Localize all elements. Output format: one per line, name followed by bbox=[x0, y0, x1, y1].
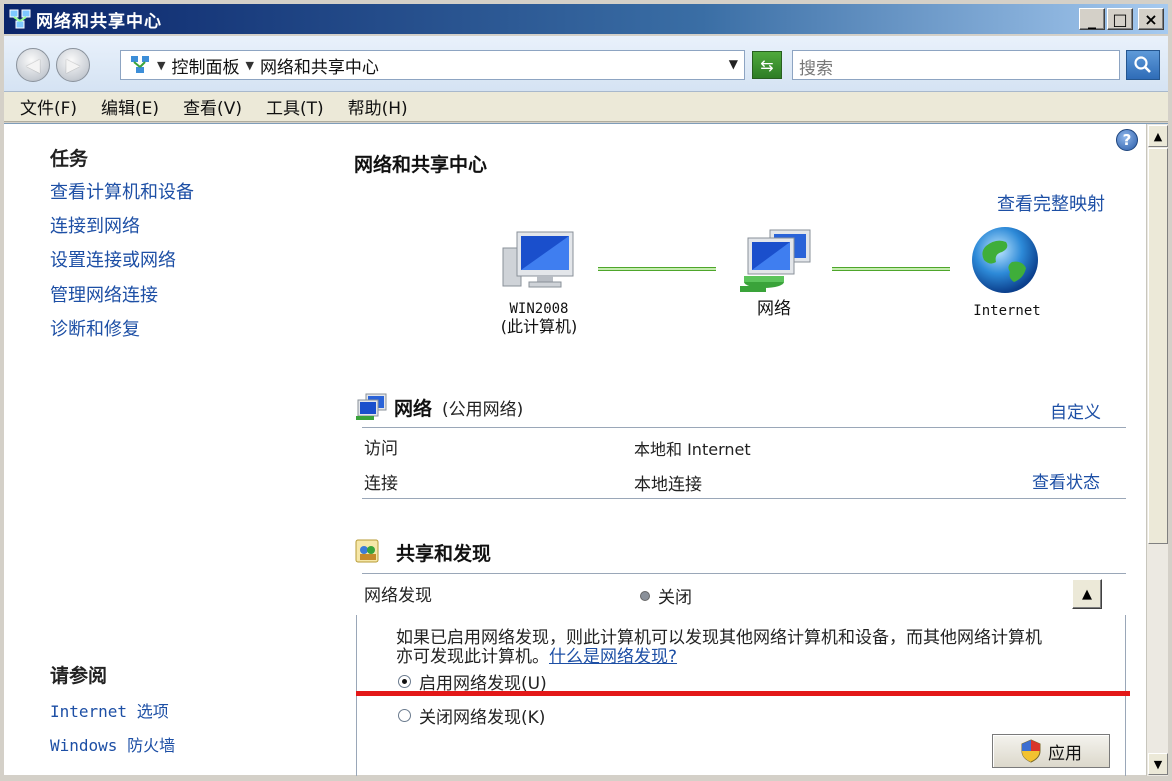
discovery-state: 关闭 bbox=[640, 583, 692, 608]
title-bar[interactable]: 网络和共享中心 _ □ × bbox=[4, 4, 1168, 34]
page-title: 网络和共享中心 bbox=[354, 154, 488, 176]
network-section-header: 网络 (公用网络) bbox=[354, 392, 523, 422]
see-also-header: 请参阅 bbox=[50, 665, 108, 687]
radio-checked-icon[interactable] bbox=[398, 675, 411, 688]
access-label: 访问 bbox=[364, 439, 398, 459]
close-button[interactable]: × bbox=[1138, 8, 1164, 30]
shield-icon bbox=[1021, 739, 1041, 763]
menu-view[interactable]: 查看(V) bbox=[183, 94, 242, 119]
discovery-description: 如果已启用网络发现，则此计算机可以发现其他网络计算机和设备，而其他网络计算机 亦… bbox=[396, 629, 1042, 667]
sharing-section-header: 共享和发现 bbox=[354, 538, 491, 566]
view-full-map-link[interactable]: 查看完整映射 bbox=[997, 190, 1105, 216]
radio-unchecked-icon[interactable] bbox=[398, 709, 411, 722]
menu-edit[interactable]: 编辑(E) bbox=[101, 94, 159, 119]
network-node-icon[interactable] bbox=[734, 228, 814, 300]
scroll-down-button[interactable]: ▼ bbox=[1148, 753, 1168, 775]
scroll-up-button[interactable]: ▲ bbox=[1148, 125, 1168, 147]
task-pane: 任务 查看计算机和设备 连接到网络 设置连接或网络 管理网络连接 诊断和修复 请… bbox=[4, 124, 344, 776]
task-setup-connection[interactable]: 设置连接或网络 bbox=[50, 246, 176, 272]
task-connect-network[interactable]: 连接到网络 bbox=[50, 212, 140, 238]
vertical-scrollbar[interactable]: ▲ ▼ bbox=[1146, 124, 1168, 776]
computer-node-icon[interactable] bbox=[499, 228, 579, 300]
help-icon[interactable]: ? bbox=[1116, 129, 1138, 151]
tasks-header: 任务 bbox=[50, 148, 89, 170]
link-windows-firewall[interactable]: Windows 防火墙 bbox=[50, 732, 175, 756]
forward-button[interactable]: ▶ bbox=[56, 48, 90, 82]
connection-line-computer-network bbox=[598, 267, 716, 271]
radio-disable-discovery[interactable]: 关闭网络发现(K) bbox=[398, 703, 545, 728]
access-value: 本地和 Internet bbox=[634, 440, 751, 459]
highlight-underline bbox=[356, 691, 1130, 696]
collapse-button[interactable]: ▲ bbox=[1072, 579, 1102, 609]
menu-help[interactable]: 帮助(H) bbox=[348, 94, 408, 119]
link-internet-options[interactable]: Internet 选项 bbox=[50, 698, 169, 722]
network-section-icon bbox=[356, 393, 387, 420]
window: 网络和共享中心 _ □ × ◀ ▶ ▼ 控制面板 ▼ 网络和共享中心 ▼ ⇆ 搜… bbox=[0, 0, 1172, 781]
search-input[interactable]: 搜索 bbox=[792, 50, 1120, 80]
menu-bar: 文件(F) 编辑(E) 查看(V) 工具(T) 帮助(H) bbox=[4, 92, 1168, 122]
network-center-icon bbox=[9, 8, 31, 30]
arrow-left-icon: ◀ bbox=[26, 54, 40, 76]
breadcrumb-network-center[interactable]: 网络和共享中心 bbox=[260, 53, 379, 78]
content-area: 任务 查看计算机和设备 连接到网络 设置连接或网络 管理网络连接 诊断和修复 请… bbox=[4, 123, 1168, 776]
divider bbox=[362, 427, 1126, 428]
menu-tools[interactable]: 工具(T) bbox=[266, 94, 324, 119]
divider bbox=[362, 498, 1126, 499]
network-type: (公用网络) bbox=[442, 399, 524, 420]
path-separator[interactable]: ▼ bbox=[245, 59, 253, 72]
connection-line-network-internet bbox=[832, 267, 950, 271]
task-manage-connections[interactable]: 管理网络连接 bbox=[50, 281, 158, 307]
window-title: 网络和共享中心 bbox=[36, 11, 162, 32]
connection-value: 本地连接 bbox=[634, 475, 702, 495]
maximize-button[interactable]: □ bbox=[1107, 8, 1133, 30]
apply-button[interactable]: 应用 bbox=[992, 734, 1110, 768]
discovery-state-text: 关闭 bbox=[658, 588, 692, 608]
connection-label: 连接 bbox=[364, 474, 398, 494]
computer-subtitle: (此计算机) bbox=[500, 317, 578, 336]
customize-link[interactable]: 自定义 bbox=[1050, 398, 1101, 423]
breadcrumb-control-panel[interactable]: 控制面板 bbox=[171, 53, 239, 78]
path-separator[interactable]: ▼ bbox=[157, 59, 165, 72]
computer-name: WIN2008 bbox=[509, 301, 569, 317]
computer-node-label: WIN2008 (此计算机) bbox=[474, 300, 604, 336]
search-icon bbox=[1134, 56, 1151, 73]
divider bbox=[362, 573, 1126, 574]
sharing-section-icon bbox=[355, 539, 379, 563]
chevron-up-icon: ▲ bbox=[1082, 586, 1092, 602]
discovery-label: 网络发现 bbox=[364, 586, 432, 606]
address-toolbar: ◀ ▶ ▼ 控制面板 ▼ 网络和共享中心 ▼ ⇆ 搜索 bbox=[4, 36, 1168, 92]
internet-globe-icon[interactable] bbox=[968, 226, 1042, 300]
task-diagnose-repair[interactable]: 诊断和修复 bbox=[50, 315, 140, 341]
view-status-link[interactable]: 查看状态 bbox=[1032, 468, 1100, 493]
control-panel-icon bbox=[129, 55, 151, 75]
address-path[interactable]: ▼ 控制面板 ▼ 网络和共享中心 ▼ bbox=[120, 50, 745, 80]
disable-discovery-label: 关闭网络发现(K) bbox=[419, 708, 546, 728]
apply-button-label: 应用 bbox=[1048, 743, 1082, 764]
network-node-label: 网络 bbox=[757, 299, 791, 319]
sharing-section-title: 共享和发现 bbox=[396, 542, 492, 565]
back-button[interactable]: ◀ bbox=[16, 48, 50, 82]
arrow-right-icon: ▶ bbox=[66, 54, 80, 76]
task-view-computers[interactable]: 查看计算机和设备 bbox=[50, 178, 194, 204]
refresh-icon: ⇆ bbox=[760, 55, 774, 75]
menu-file[interactable]: 文件(F) bbox=[20, 94, 77, 119]
minimize-button[interactable]: _ bbox=[1079, 8, 1105, 30]
description-line-1: 如果已启用网络发现，则此计算机可以发现其他网络计算机和设备，而其他网络计算机 bbox=[396, 628, 1042, 648]
description-line-2: 亦可发现此计算机。什么是网络发现? bbox=[396, 648, 1042, 667]
description-line-2-text: 亦可发现此计算机。 bbox=[396, 647, 549, 667]
internet-node-label: Internet bbox=[973, 303, 1041, 319]
address-dropdown-icon[interactable]: ▼ bbox=[729, 57, 738, 71]
scroll-thumb[interactable] bbox=[1148, 148, 1168, 544]
refresh-button[interactable]: ⇆ bbox=[752, 51, 782, 79]
network-section-title: 网络 bbox=[394, 397, 433, 420]
search-button[interactable] bbox=[1126, 50, 1160, 80]
status-dot-icon bbox=[640, 590, 650, 601]
what-is-discovery-link[interactable]: 什么是网络发现? bbox=[549, 647, 677, 667]
